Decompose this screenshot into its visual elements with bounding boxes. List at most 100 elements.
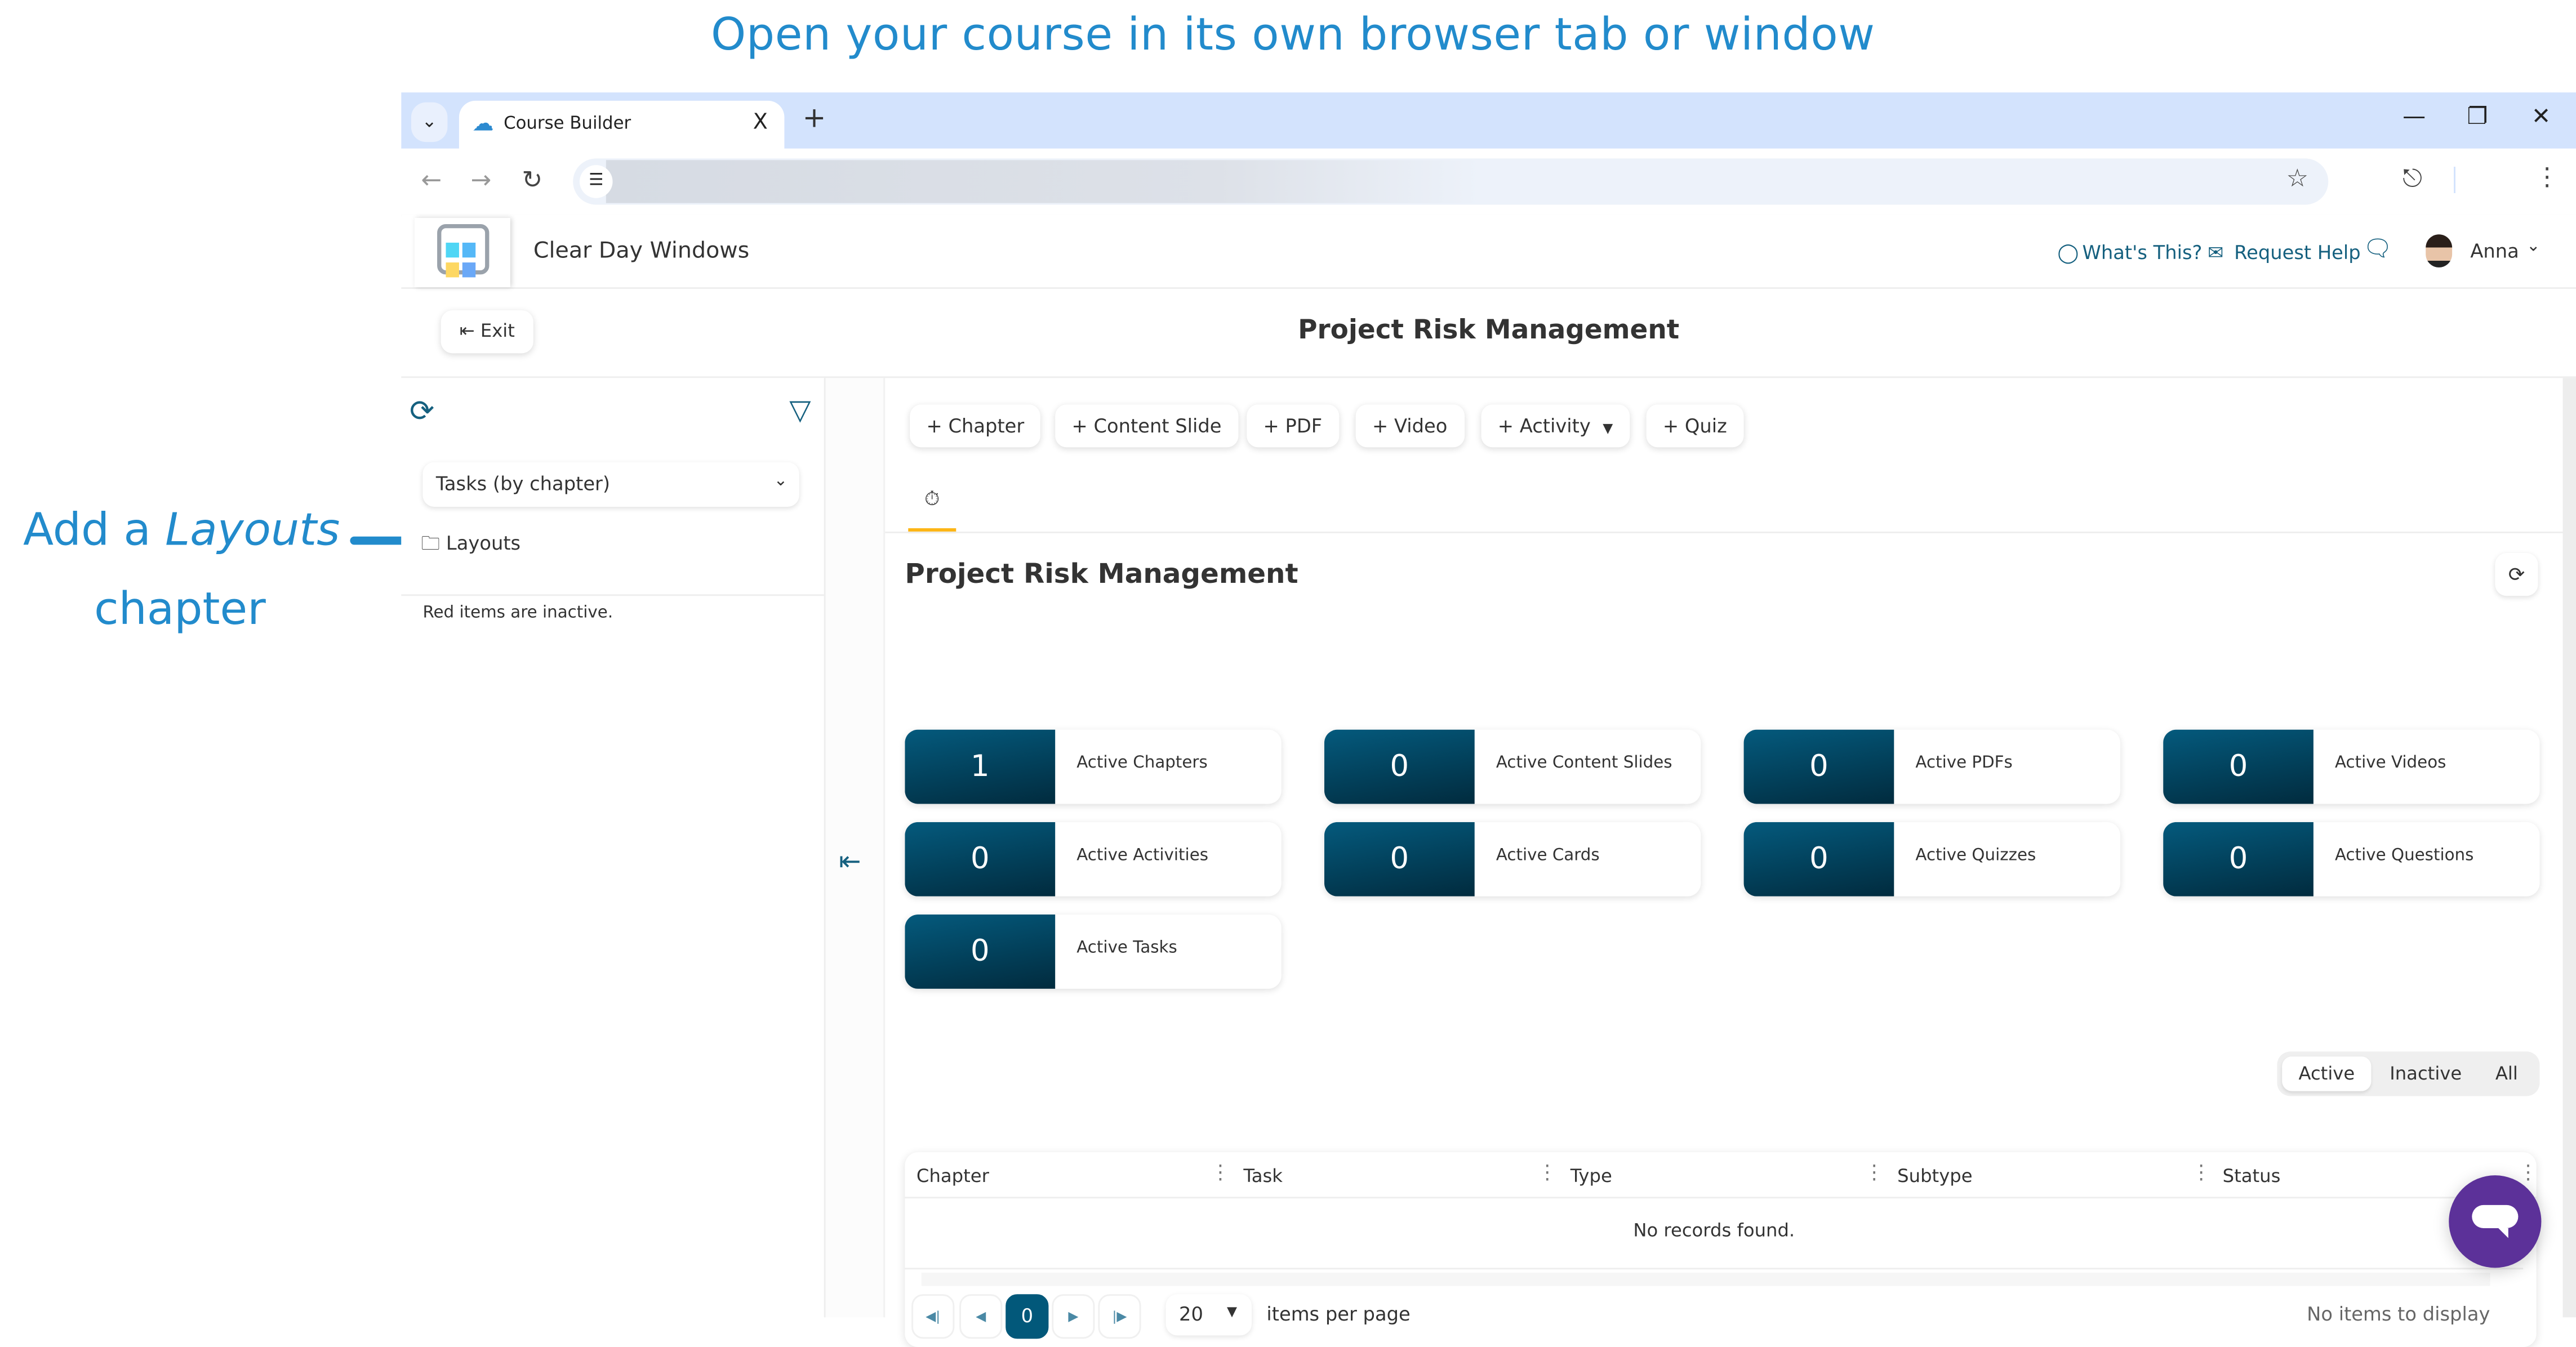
dashboard-title: Project Risk Management xyxy=(905,557,1298,590)
filter-icon[interactable]: ▽ xyxy=(789,395,811,428)
stat-label: Active Tasks xyxy=(1076,939,1177,958)
column-header-chapter[interactable]: Chapter xyxy=(916,1166,989,1187)
caret-down-icon: ▼ xyxy=(1227,1304,1238,1319)
address-bar[interactable]: ☰ ☆ xyxy=(573,158,2329,205)
add-activity-button[interactable]: + Activity ▼ xyxy=(1481,404,1630,448)
chat-icon-tail xyxy=(2498,1228,2508,1238)
tasks-grid: Chapter ⋮ Task ⋮ Type ⋮ Subtype ⋮ Status… xyxy=(905,1152,2538,1347)
browser-window: ⌄ ☁ Course Builder X + — ❐ ✕ ← → ↻ ☰ ☆ ⎋… xyxy=(401,92,2576,1347)
user-avatar[interactable] xyxy=(2426,234,2453,267)
folder-icon: 🗀 xyxy=(421,531,441,555)
column-header-task[interactable]: Task xyxy=(1243,1166,1283,1187)
stat-value: 0 xyxy=(1324,822,1475,896)
forward-arrow-icon[interactable]: → xyxy=(470,165,491,195)
add-quiz-button[interactable]: + Quiz xyxy=(1646,404,1744,448)
lightbulb-icon: ◯ xyxy=(2057,240,2079,265)
whats-this-link[interactable]: What's This? xyxy=(2082,241,2202,264)
bookmark-star-icon[interactable]: ☆ xyxy=(2286,163,2308,193)
chat-widget-button[interactable] xyxy=(2449,1175,2542,1268)
window-close-button[interactable]: ✕ xyxy=(2531,104,2551,131)
grid-header-divider xyxy=(905,1197,2537,1199)
last-page-button[interactable]: |▶ xyxy=(1098,1294,1141,1339)
pager-status: No items to display xyxy=(2307,1302,2490,1326)
stat-label: Active Content Slides xyxy=(1496,754,1672,773)
refresh-icon: ⟳ xyxy=(2508,563,2525,586)
back-arrow-icon[interactable]: ← xyxy=(421,165,442,195)
company-logo[interactable] xyxy=(414,217,510,288)
stat-value: 0 xyxy=(2163,822,2313,896)
first-page-button[interactable]: ◀| xyxy=(911,1294,955,1339)
column-menu-icon[interactable]: ⋮ xyxy=(2518,1161,2538,1184)
status-filter-toggle: Active Inactive All xyxy=(2277,1051,2540,1096)
annotation-callout-line2: chapter xyxy=(94,584,266,636)
app-header: Clear Day Windows ◯ What's This? ✉ Reque… xyxy=(401,215,2576,289)
column-header-subtype[interactable]: Subtype xyxy=(1897,1166,1972,1187)
current-page-button[interactable]: 0 xyxy=(1006,1294,1049,1339)
column-header-status[interactable]: Status xyxy=(2223,1166,2281,1187)
add-content-slide-label: Content Slide xyxy=(1093,414,1222,438)
page-vertical-scrollbar[interactable] xyxy=(2562,378,2576,1318)
extensions-puzzle-icon[interactable]: ⎋ xyxy=(2403,163,2422,193)
refresh-icon[interactable]: ⟳ xyxy=(410,395,434,430)
tab-title: Course Builder xyxy=(504,114,631,134)
browser-tab[interactable]: ☁ Course Builder X xyxy=(459,100,785,150)
previous-page-button[interactable]: ◀ xyxy=(959,1294,1003,1339)
user-menu[interactable]: Anna xyxy=(2470,239,2519,262)
column-header-type[interactable]: Type xyxy=(1570,1166,1612,1187)
chat-bubble-icon[interactable]: 🗨 xyxy=(2363,236,2392,262)
column-menu-icon[interactable]: ⋮ xyxy=(2191,1161,2211,1184)
annotation-callout: Add a Layouts xyxy=(23,505,340,556)
restore-button[interactable]: ❐ xyxy=(2467,104,2488,131)
grid-body-divider xyxy=(905,1268,2524,1270)
tab-dashboard[interactable]: ⏱ xyxy=(908,487,956,533)
minimize-button[interactable]: — xyxy=(2403,104,2426,131)
tab-divider xyxy=(885,531,2563,533)
tab-search-button[interactable]: ⌄ xyxy=(411,102,448,142)
stat-value: 0 xyxy=(2163,729,2313,804)
column-menu-icon[interactable]: ⋮ xyxy=(1537,1161,1557,1184)
toolbar-divider xyxy=(2454,167,2455,193)
annotation-title: Open your course in its own browser tab … xyxy=(711,10,1875,61)
annotation-callout-text: Add a xyxy=(23,505,166,556)
tree-item-label: Layouts xyxy=(446,531,521,555)
browser-toolbar: ← → ↻ ☰ ☆ ⎋ ⋮ xyxy=(401,148,2576,217)
tree-item-layouts[interactable]: 🗀 Layouts xyxy=(421,532,521,563)
stat-value: 0 xyxy=(905,822,1056,896)
chevron-down-icon[interactable]: ⌄ xyxy=(2526,238,2541,256)
request-help-link[interactable]: Request Help xyxy=(2234,241,2361,264)
column-menu-icon[interactable]: ⋮ xyxy=(1211,1161,1230,1184)
new-tab-button[interactable]: + xyxy=(803,102,826,136)
add-chapter-button[interactable]: + Chapter xyxy=(910,404,1041,448)
horizontal-scrollbar[interactable] xyxy=(921,1273,2490,1286)
envelope-icon: ✉ xyxy=(2208,240,2224,265)
site-settings-icon[interactable]: ☰ xyxy=(579,165,613,198)
add-content-slide-button[interactable]: + Content Slide xyxy=(1055,404,1238,448)
add-pdf-label: PDF xyxy=(1285,414,1323,438)
view-select[interactable]: Tasks (by chapter) ⌄ xyxy=(422,462,799,507)
stat-label: Active Activities xyxy=(1076,846,1209,866)
course-title: Project Risk Management xyxy=(1298,313,1680,345)
collapse-sidebar-icon[interactable]: ⇤ xyxy=(839,845,861,877)
filter-all[interactable]: All xyxy=(2482,1056,2531,1091)
add-pdf-button[interactable]: + PDF xyxy=(1247,404,1339,448)
page-size-select[interactable]: 20 ▼ xyxy=(1165,1294,1252,1336)
dashboard-refresh-button[interactable]: ⟳ xyxy=(2495,553,2538,596)
filter-active[interactable]: Active xyxy=(2282,1056,2372,1091)
add-activity-label: Activity xyxy=(1519,414,1591,438)
add-video-label: Video xyxy=(1394,414,1448,438)
dashboard-gauge-icon: ⏱ xyxy=(924,487,940,510)
column-menu-icon[interactable]: ⋮ xyxy=(1865,1161,1884,1184)
reload-icon[interactable]: ↻ xyxy=(522,165,542,195)
browser-menu-icon[interactable]: ⋮ xyxy=(2535,162,2560,191)
filter-inactive[interactable]: Inactive xyxy=(2376,1056,2475,1091)
stat-card: 1 Active Chapters xyxy=(905,729,1282,804)
caret-down-icon[interactable]: ▼ xyxy=(1603,421,1613,436)
items-per-page-label: items per page xyxy=(1266,1302,1411,1326)
next-page-button[interactable]: ▶ xyxy=(1052,1294,1095,1339)
stat-label: Active PDFs xyxy=(1915,754,2013,773)
annotation-callout-emphasis: Layouts xyxy=(165,505,340,556)
stat-label: Active Quizzes xyxy=(1915,846,2036,866)
add-video-button[interactable]: + Video xyxy=(1355,404,1464,448)
stat-label: Active Questions xyxy=(2334,846,2474,866)
tab-close-icon[interactable]: X xyxy=(753,110,768,135)
